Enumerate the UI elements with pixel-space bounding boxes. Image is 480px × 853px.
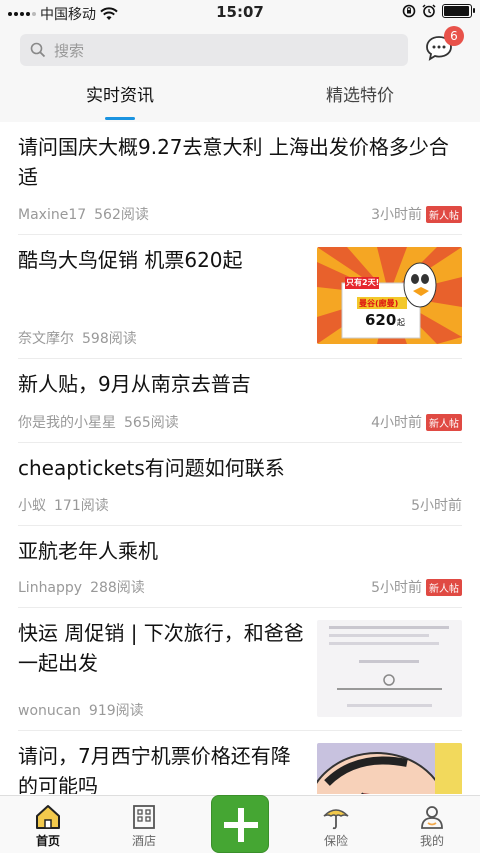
post-author: wonucan <box>18 703 81 719</box>
post-title: 请问，7月西宁机票价格还有降的可能吗 <box>18 744 291 794</box>
tab-selected-deals[interactable]: 精选特价 <box>240 78 480 122</box>
promo-image <box>317 247 462 344</box>
post-time-area: 4小时前 新人帖 <box>371 412 462 432</box>
promo-badge-text: 只有2天! <box>346 278 380 287</box>
post-reads: 288阅读 <box>90 580 145 596</box>
post-author: 奈文摩尔 <box>18 331 74 347</box>
new-post-tag: 新人帖 <box>426 413 462 431</box>
alarm-icon <box>422 4 436 18</box>
post-reads: 562阅读 <box>94 207 149 223</box>
promo-destination: 曼谷(廊曼) <box>359 299 399 308</box>
nav-profile-label: 我的 <box>419 834 444 848</box>
search-icon <box>30 42 46 58</box>
post-reads: 598阅读 <box>82 331 137 347</box>
post-meta: Maxine17 562阅读 <box>18 204 149 224</box>
nav-insurance-label: 保险 <box>323 834 348 848</box>
nav-hotel[interactable]: 酒店 <box>96 796 192 853</box>
list-item[interactable]: cheaptickets有问题如何联系 小蚁 171阅读 5小时前 <box>18 443 462 526</box>
nav-hotel-label: 酒店 <box>131 834 156 848</box>
post-meta: wonucan 919阅读 <box>18 700 144 720</box>
battery-fill <box>444 6 469 16</box>
battery-icon <box>442 4 475 18</box>
post-title: 亚航老年人乘机 <box>18 539 158 563</box>
article-thumbnail <box>317 620 462 717</box>
post-author: Linhappy <box>18 580 83 596</box>
post-meta: Linhappy 288阅读 <box>18 577 145 597</box>
cartoon-image <box>317 743 462 794</box>
post-title: 快运 周促销 | 下次旅行，和爸爸一起出发 <box>18 621 304 675</box>
post-author: Maxine17 <box>18 207 87 223</box>
nav-insurance[interactable]: 保险 <box>288 796 384 853</box>
search-placeholder: 搜索 <box>54 41 85 60</box>
status-right <box>402 4 475 18</box>
list-item[interactable]: 新人贴，9月从南京去普吉 你是我的小星星 565阅读 4小时前 新人帖 <box>18 359 462 443</box>
post-time: 4小时前 <box>371 415 422 431</box>
promo-price-unit: 起 <box>397 318 405 327</box>
post-reads: 565阅读 <box>124 415 179 431</box>
post-title: 酷鸟大鸟促销 机票620起 <box>18 248 243 272</box>
post-title: 请问国庆大概9.27去意大利 上海出发价格多少合适 <box>18 135 449 189</box>
header: 搜索 6 实时资讯 精选特价 <box>0 26 480 122</box>
list-item[interactable]: 请问国庆大概9.27去意大利 上海出发价格多少合适 Maxine17 562阅读 … <box>18 122 462 235</box>
promo-price: 620 <box>365 311 397 329</box>
list-item[interactable]: 酷鸟大鸟促销 机票620起 奈文摩尔 598阅读 只有2天! 曼谷(廊曼) 62… <box>18 235 462 359</box>
nav-add-post[interactable] <box>192 795 288 853</box>
profile-icon <box>421 806 443 829</box>
post-time: 5小时前 <box>411 498 462 514</box>
nav-home-label: 首页 <box>35 834 60 848</box>
post-time: 5小时前 <box>371 580 422 596</box>
status-bar: 中国移动 15:07 <box>0 0 480 26</box>
post-author: 你是我的小星星 <box>18 415 116 431</box>
list-item[interactable]: 亚航老年人乘机 Linhappy 288阅读 5小时前 新人帖 <box>18 526 462 608</box>
list-item[interactable]: 快运 周促销 | 下次旅行，和爸爸一起出发 wonucan 919阅读 <box>18 608 462 731</box>
tab-bar: 实时资讯 精选特价 <box>0 78 480 122</box>
post-reads: 171阅读 <box>54 498 109 514</box>
nav-home[interactable]: 首页 <box>0 796 96 853</box>
bottom-nav: 首页 酒店 保险 我的 <box>0 795 480 853</box>
hotel-icon <box>133 805 155 829</box>
home-icon <box>36 805 60 829</box>
post-time: 3小时前 <box>371 207 422 223</box>
new-post-tag: 新人帖 <box>426 205 462 223</box>
list-item[interactable]: 请问，7月西宁机票价格还有降的可能吗 <box>18 731 462 794</box>
message-count-badge: 6 <box>444 26 464 46</box>
cartoon-thumbnail <box>317 743 462 794</box>
post-title: cheaptickets有问题如何联系 <box>18 456 285 480</box>
post-feed: 请问国庆大概9.27去意大利 上海出发价格多少合适 Maxine17 562阅读 … <box>0 122 480 794</box>
post-meta: 奈文摩尔 598阅读 <box>18 328 137 348</box>
search-input[interactable]: 搜索 <box>20 34 408 66</box>
umbrella-icon <box>323 809 349 830</box>
post-author: 小蚁 <box>18 498 46 514</box>
post-time-area: 5小时前 新人帖 <box>371 577 462 597</box>
post-time-area: 3小时前 新人帖 <box>371 204 462 224</box>
post-meta: 小蚁 171阅读 <box>18 495 109 515</box>
post-meta: 你是我的小星星 565阅读 <box>18 412 179 432</box>
new-post-tag: 新人帖 <box>426 578 462 596</box>
rotation-lock-icon <box>402 4 416 18</box>
post-reads: 919阅读 <box>88 703 144 719</box>
article-image <box>317 620 462 717</box>
nav-profile[interactable]: 我的 <box>384 796 480 853</box>
post-time-area: 5小时前 <box>411 495 462 515</box>
post-title: 新人贴，9月从南京去普吉 <box>18 372 251 396</box>
tab-realtime-news[interactable]: 实时资讯 <box>0 78 240 122</box>
plus-icon[interactable] <box>211 795 269 853</box>
promo-thumbnail: 只有2天! 曼谷(廊曼) 620 起 <box>317 247 462 344</box>
